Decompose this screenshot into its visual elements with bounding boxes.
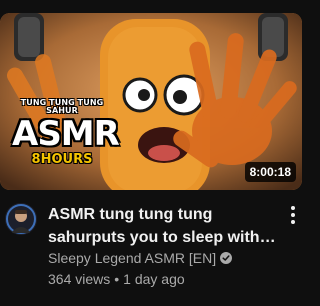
channel-row: Sleepy Legend ASMR [EN]: [48, 249, 233, 267]
upload-age: 1 day ago: [123, 271, 185, 287]
view-count: 364 views: [48, 271, 111, 287]
meta-separator: •: [114, 271, 120, 287]
video-metadata: 364 views • 1 day ago: [48, 270, 185, 288]
menu-dot: [291, 220, 295, 224]
menu-dot: [291, 206, 295, 210]
thumbnail-caption-hours: 8HOURS: [31, 152, 93, 167]
duration-badge: 8:00:18: [244, 162, 296, 182]
video-card[interactable]: TUNG TUNG TUNG SAHUR ASMR 8HOURS 8:00:18…: [0, 0, 313, 306]
thumbnail-caption: TUNG TUNG TUNG SAHUR ASMR 8HOURS: [12, 98, 120, 167]
thumbnail-caption-asmr: ASMR: [12, 114, 120, 154]
video-title[interactable]: ASMR tung tung tung sahurputs you to sle…: [48, 203, 280, 249]
channel-name[interactable]: Sleepy Legend ASMR [EN]: [48, 249, 216, 267]
channel-avatar[interactable]: [5, 203, 37, 235]
thumbnail-caption-top: TUNG TUNG TUNG SAHUR: [20, 98, 104, 115]
menu-dot: [291, 213, 295, 217]
more-vert-icon[interactable]: [284, 204, 302, 226]
video-title-text[interactable]: ASMR tung tung tung sahurputs you to sle…: [48, 203, 280, 249]
avatar-image: [5, 203, 37, 235]
check-circle-icon: [220, 252, 233, 264]
video-thumbnail[interactable]: TUNG TUNG TUNG SAHUR ASMR 8HOURS 8:00:18: [0, 13, 302, 190]
